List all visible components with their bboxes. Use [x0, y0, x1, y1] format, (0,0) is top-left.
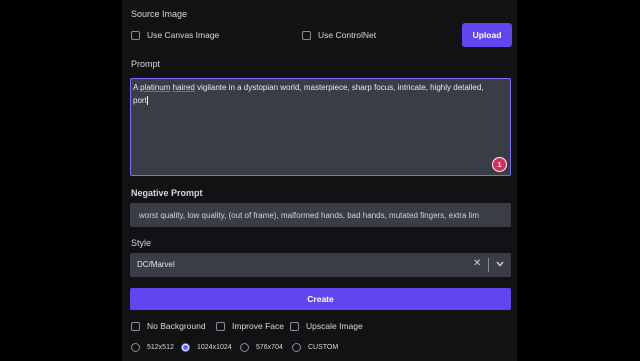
create-button[interactable]: Create [130, 288, 511, 310]
prompt-textarea[interactable]: A platinum haired vigilante in a dystopi… [130, 78, 511, 176]
prompt-word-misspelled: platinum [140, 83, 171, 92]
no-background-label: No Background [147, 321, 206, 331]
upscale-image-checkbox[interactable]: Upscale Image [290, 321, 363, 331]
radio-circle[interactable] [131, 343, 140, 352]
checkbox-box[interactable] [131, 30, 140, 40]
size-radio-1024[interactable]: 1024x1024 [181, 343, 232, 352]
prompt-text: A platinum haired vigilante in a dystopi… [133, 82, 509, 107]
improve-face-label: Improve Face [232, 321, 284, 331]
negative-prompt-input[interactable]: worst quality, low quality, (out of fram… [130, 203, 511, 227]
checkbox-box[interactable] [131, 321, 140, 331]
style-label: Style [131, 238, 152, 248]
no-background-checkbox[interactable]: No Background [131, 321, 206, 331]
select-divider [488, 258, 489, 272]
checkbox-box[interactable] [290, 321, 299, 331]
size-radio-576[interactable]: 576x704 [240, 343, 283, 352]
size-label: 512x512 [147, 344, 174, 351]
size-radio-custom[interactable]: CUSTOM [292, 343, 338, 352]
radio-circle[interactable] [240, 343, 249, 352]
prompt-line-1: vigilante in a dystopian world, masterpi… [197, 83, 484, 92]
checkbox-box[interactable] [302, 30, 311, 40]
prompt-line-2: port [133, 95, 147, 105]
chevron-down-icon[interactable] [495, 257, 505, 271]
upscale-image-label: Upscale Image [306, 321, 363, 331]
negative-prompt-label: Negative Prompt [131, 188, 203, 198]
text-cursor [146, 95, 148, 105]
size-label: 576x704 [256, 344, 283, 351]
prompt-word: A [133, 83, 138, 92]
prompt-label: Prompt [131, 59, 161, 69]
source-image-label: Source Image [131, 9, 188, 19]
use-controlnet-label: Use ControlNet [318, 30, 377, 40]
use-controlnet-checkbox[interactable]: Use ControlNet [302, 30, 376, 40]
clear-icon[interactable]: ✕ [473, 258, 481, 269]
upload-button[interactable]: Upload [462, 23, 512, 47]
notification-badge[interactable]: 1 [492, 157, 507, 172]
improve-face-checkbox[interactable]: Improve Face [216, 321, 284, 331]
size-radio-512[interactable]: 512x512 [131, 343, 174, 352]
use-canvas-image-label: Use Canvas Image [147, 30, 220, 40]
style-select[interactable]: DC/Marvel ✕ [130, 253, 511, 277]
prompt-word-misspelled: haired [172, 83, 195, 92]
checkbox-box[interactable] [216, 321, 225, 331]
radio-circle[interactable] [292, 343, 301, 352]
style-select-value: DC/Marvel [137, 260, 175, 269]
size-label: CUSTOM [308, 344, 339, 351]
use-canvas-image-checkbox[interactable]: Use Canvas Image [131, 30, 219, 40]
size-label: 1024x1024 [197, 344, 232, 351]
radio-circle-selected[interactable] [181, 343, 190, 352]
